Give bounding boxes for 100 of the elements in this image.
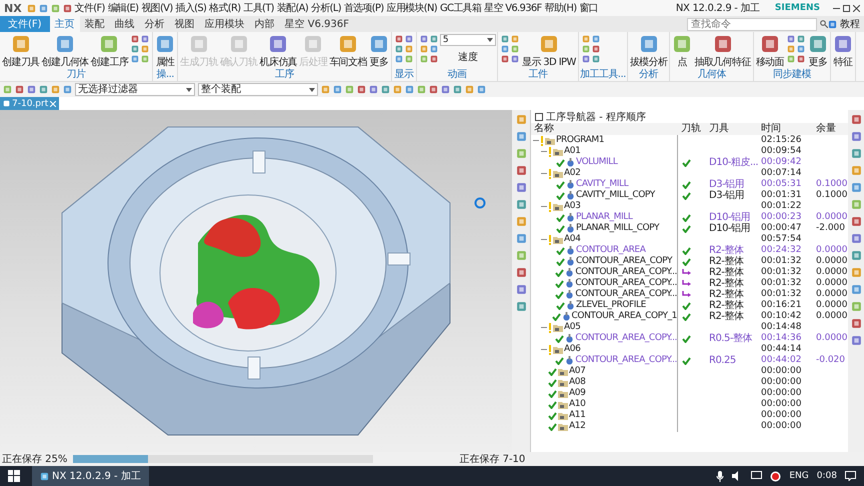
search-icon[interactable] [820,20,828,28]
collapse-icon[interactable] [541,348,547,351]
operation-name[interactable]: A07 [569,366,586,377]
resource-bar-icon [850,148,862,159]
menu-item[interactable]: 帮助(H) [544,1,576,15]
menu-item[interactable]: 编辑(E) [108,1,138,15]
menu-item[interactable]: 星空 V6.936F [484,1,542,15]
ribbon-button[interactable]: 创建几何体 [40,34,90,69]
scope-dropdown[interactable]: 整个装配 [198,83,318,96]
column-header[interactable]: 时间 [758,123,813,135]
column-header[interactable]: 刀具 [706,123,758,135]
notification-icon[interactable] [845,471,856,481]
ribbon-button[interactable]: 更多 [807,34,830,69]
monitor-icon[interactable] [751,471,762,481]
search-field[interactable]: 查找命令 [687,18,817,30]
microphone-icon[interactable] [716,470,724,482]
language-indicator[interactable]: ENG [789,471,809,481]
operation-name[interactable]: CAVITY_MILL_COPY [576,190,655,201]
menu-item[interactable]: 插入(S) [176,1,206,15]
column-header[interactable]: 名称 [531,123,678,135]
menu-item[interactable]: 窗口 [579,1,598,15]
ribbon-button[interactable]: 创建刀具 [1,34,41,69]
menu-item[interactable]: 格式(R) [209,1,240,15]
operation-name[interactable]: A06 [564,344,580,355]
ribbon-button[interactable]: 属性 [154,34,176,69]
windows-start-icon[interactable] [8,470,20,482]
collapse-icon[interactable] [541,238,547,241]
ribbon-button[interactable]: 抽取几何特征 [693,34,752,69]
ribbon-button[interactable]: 点 [671,34,694,69]
speed-select[interactable]: 5 [440,34,496,46]
file-menu-button[interactable]: 文件(F) [0,16,50,32]
operation-name[interactable]: CONTOUR_AREA_COPY... [575,267,677,278]
operation-name[interactable]: ZLEVEL_PROFILE [576,300,646,311]
operation-name[interactable]: A10 [569,399,586,410]
menu-item[interactable]: GC工具箱 [440,1,482,15]
operation-name[interactable]: A02 [564,168,580,179]
ribbon-button[interactable]: 显示 3D IPW [520,34,577,69]
menu-item[interactable]: 视图(V) [141,1,173,15]
operation-name[interactable]: CAVITY_MILL [576,179,628,190]
operation-name[interactable]: A01 [564,146,580,157]
ribbon-button[interactable]: 创建工序 [90,34,130,69]
menu-item[interactable]: 文件(F) [74,1,105,15]
ribbon-tab[interactable]: 内部 [250,16,280,32]
clock[interactable]: 0:08 [816,471,837,481]
menu-item[interactable]: 装配(A) [276,1,308,15]
operation-name[interactable]: A08 [569,377,586,388]
column-header[interactable]: 刀轨 [678,123,706,135]
collapse-icon[interactable] [541,205,547,208]
selection-filter-dropdown[interactable]: 无选择过滤器 [75,83,195,96]
resource-bar-icon [850,165,862,176]
tool-cell-text: R2-整体 [708,300,744,311]
ribbon-button[interactable]: 更多 [368,34,390,69]
ribbon-button[interactable]: 特征 [832,34,854,69]
collapse-icon[interactable] [541,172,547,175]
ribbon-button[interactable]: 机床仿真 [258,34,298,69]
resource-bar-icon [850,284,862,295]
taskbar-app-button[interactable]: NX 12.0.2.9 - 加工 [32,466,149,486]
ribbon-button[interactable]: 拔模分析 [628,34,668,69]
operation-name[interactable]: PLANAR_MILL [576,212,632,223]
operation-name[interactable]: CONTOUR_AREA [576,245,646,256]
ribbon-tab[interactable]: 装配 [80,16,110,32]
resource-bar-icon [516,233,526,244]
operation-name[interactable]: CONTOUR_AREA_COPY... [575,355,677,366]
menu-item[interactable]: 分析(L) [311,1,341,15]
stock-cell-text: 0.0000 [815,256,848,267]
column-header[interactable]: 余量 [813,123,849,135]
ribbon-tab[interactable]: 主页 [50,16,80,32]
ribbon-button[interactable]: 车间文档 [328,34,368,69]
operation-name[interactable]: A12 [569,421,586,432]
ribbon-tab[interactable]: 分析 [140,16,170,32]
operation-name[interactable]: VOLUMILL [576,157,618,168]
folder-icon [558,400,568,408]
tool-cell-text: D10-铝用 [708,212,752,223]
collapse-icon[interactable] [533,139,539,142]
operation-name[interactable]: CONTOUR_AREA_COPY... [575,289,677,300]
operation-name[interactable]: A09 [569,388,586,399]
tutorial-label[interactable]: 教程 [840,17,860,31]
menu-item[interactable]: 应用模块(N) [386,1,437,15]
operation-name[interactable]: A04 [564,234,580,245]
ribbon-tab[interactable]: 星空 V6.936F [280,16,354,32]
operation-name[interactable]: A03 [564,201,580,212]
ribbon-button[interactable]: 移动面 [754,34,786,69]
operation-name[interactable]: A11 [569,410,586,421]
close-icon[interactable] [853,4,860,12]
ribbon-tab[interactable]: 视图 [170,16,200,32]
collapse-icon[interactable] [541,326,547,329]
operation-name[interactable]: CONTOUR_AREA_COPY_1 [572,311,677,322]
operation-name[interactable]: A05 [564,322,580,333]
ribbon-tab[interactable]: 曲线 [110,16,140,32]
operation-name[interactable]: CONTOUR_AREA_COPY... [575,278,677,289]
collapse-icon[interactable] [541,150,547,153]
ribbon-tab[interactable]: 应用模块 [200,16,250,32]
operation-name[interactable]: PROGRAM1 [556,135,604,146]
menu-item[interactable]: 首选项(P) [344,1,384,15]
operation-name[interactable]: PLANAR_MILL_COPY [576,223,660,234]
operation-name[interactable]: CONTOUR_AREA_COPY... [575,333,677,344]
operation-name[interactable]: CONTOUR_AREA_COPY [576,256,672,267]
record-icon[interactable] [770,470,782,482]
restore-icon[interactable] [843,4,850,12]
menu-item[interactable]: 工具(T) [243,1,274,15]
